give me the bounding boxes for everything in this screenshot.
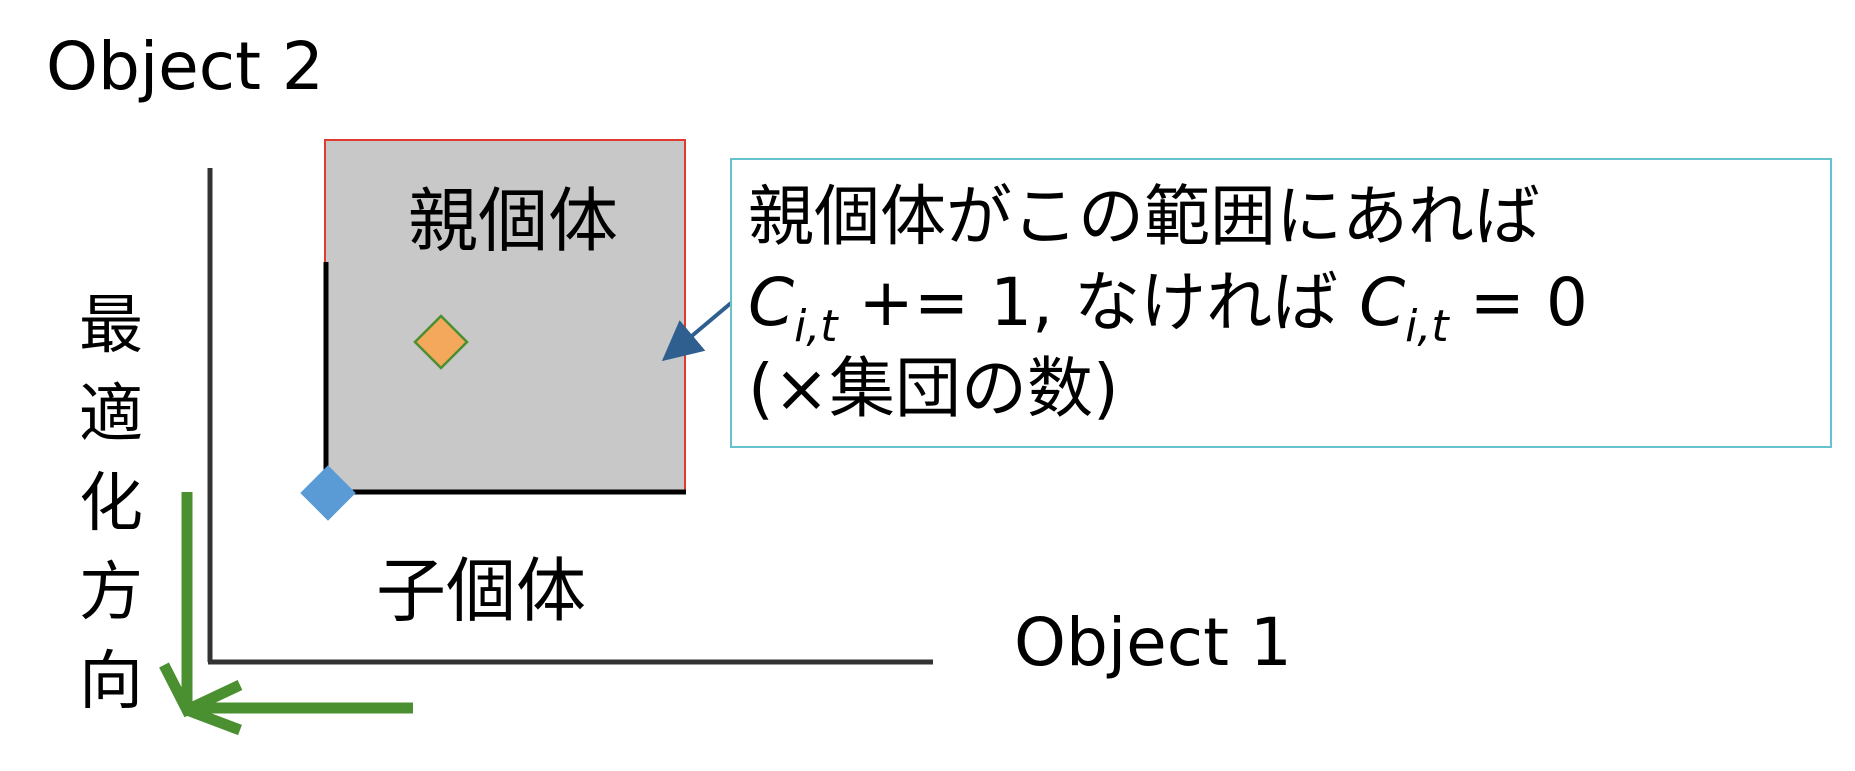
optimization-direction-char: 化 (79, 467, 143, 541)
parent-region-label: 親個体 (408, 180, 618, 262)
y-axis-label: Object 2 (46, 28, 324, 105)
optimization-direction-label: 最 適 化 方 向 (74, 282, 148, 727)
counter-variable: C (748, 264, 795, 341)
callout-line-1: 親個体がこの範囲にあれば (748, 178, 1540, 255)
optimization-direction-char: 方 (79, 556, 143, 630)
optimization-direction-char: 向 (79, 645, 143, 719)
counter-subscript: i,t (1405, 301, 1449, 352)
optimization-direction-char: 最 (79, 289, 143, 363)
callout-line-3: (×集団の数) (748, 350, 1119, 427)
optimization-direction-char: 適 (79, 378, 143, 452)
callout-reset-text: = 0 (1448, 264, 1588, 341)
callout-increment-text: += 1, なければ (837, 264, 1360, 341)
callout-line-2: Ci,t += 1, なければ Ci,t = 0 (748, 260, 1814, 349)
diagram-canvas: Object 2 Object 1 親個体 子個体 最 適 化 方 向 親個体が… (0, 0, 1855, 771)
counter-variable: C (1359, 264, 1406, 341)
x-axis-label: Object 1 (1014, 604, 1292, 681)
condition-callout-box: 親個体がこの範囲にあれば Ci,t += 1, なければ Ci,t = 0 (×… (730, 158, 1832, 448)
counter-subscript: i,t (794, 301, 838, 352)
child-region-label: 子個体 (376, 550, 586, 632)
